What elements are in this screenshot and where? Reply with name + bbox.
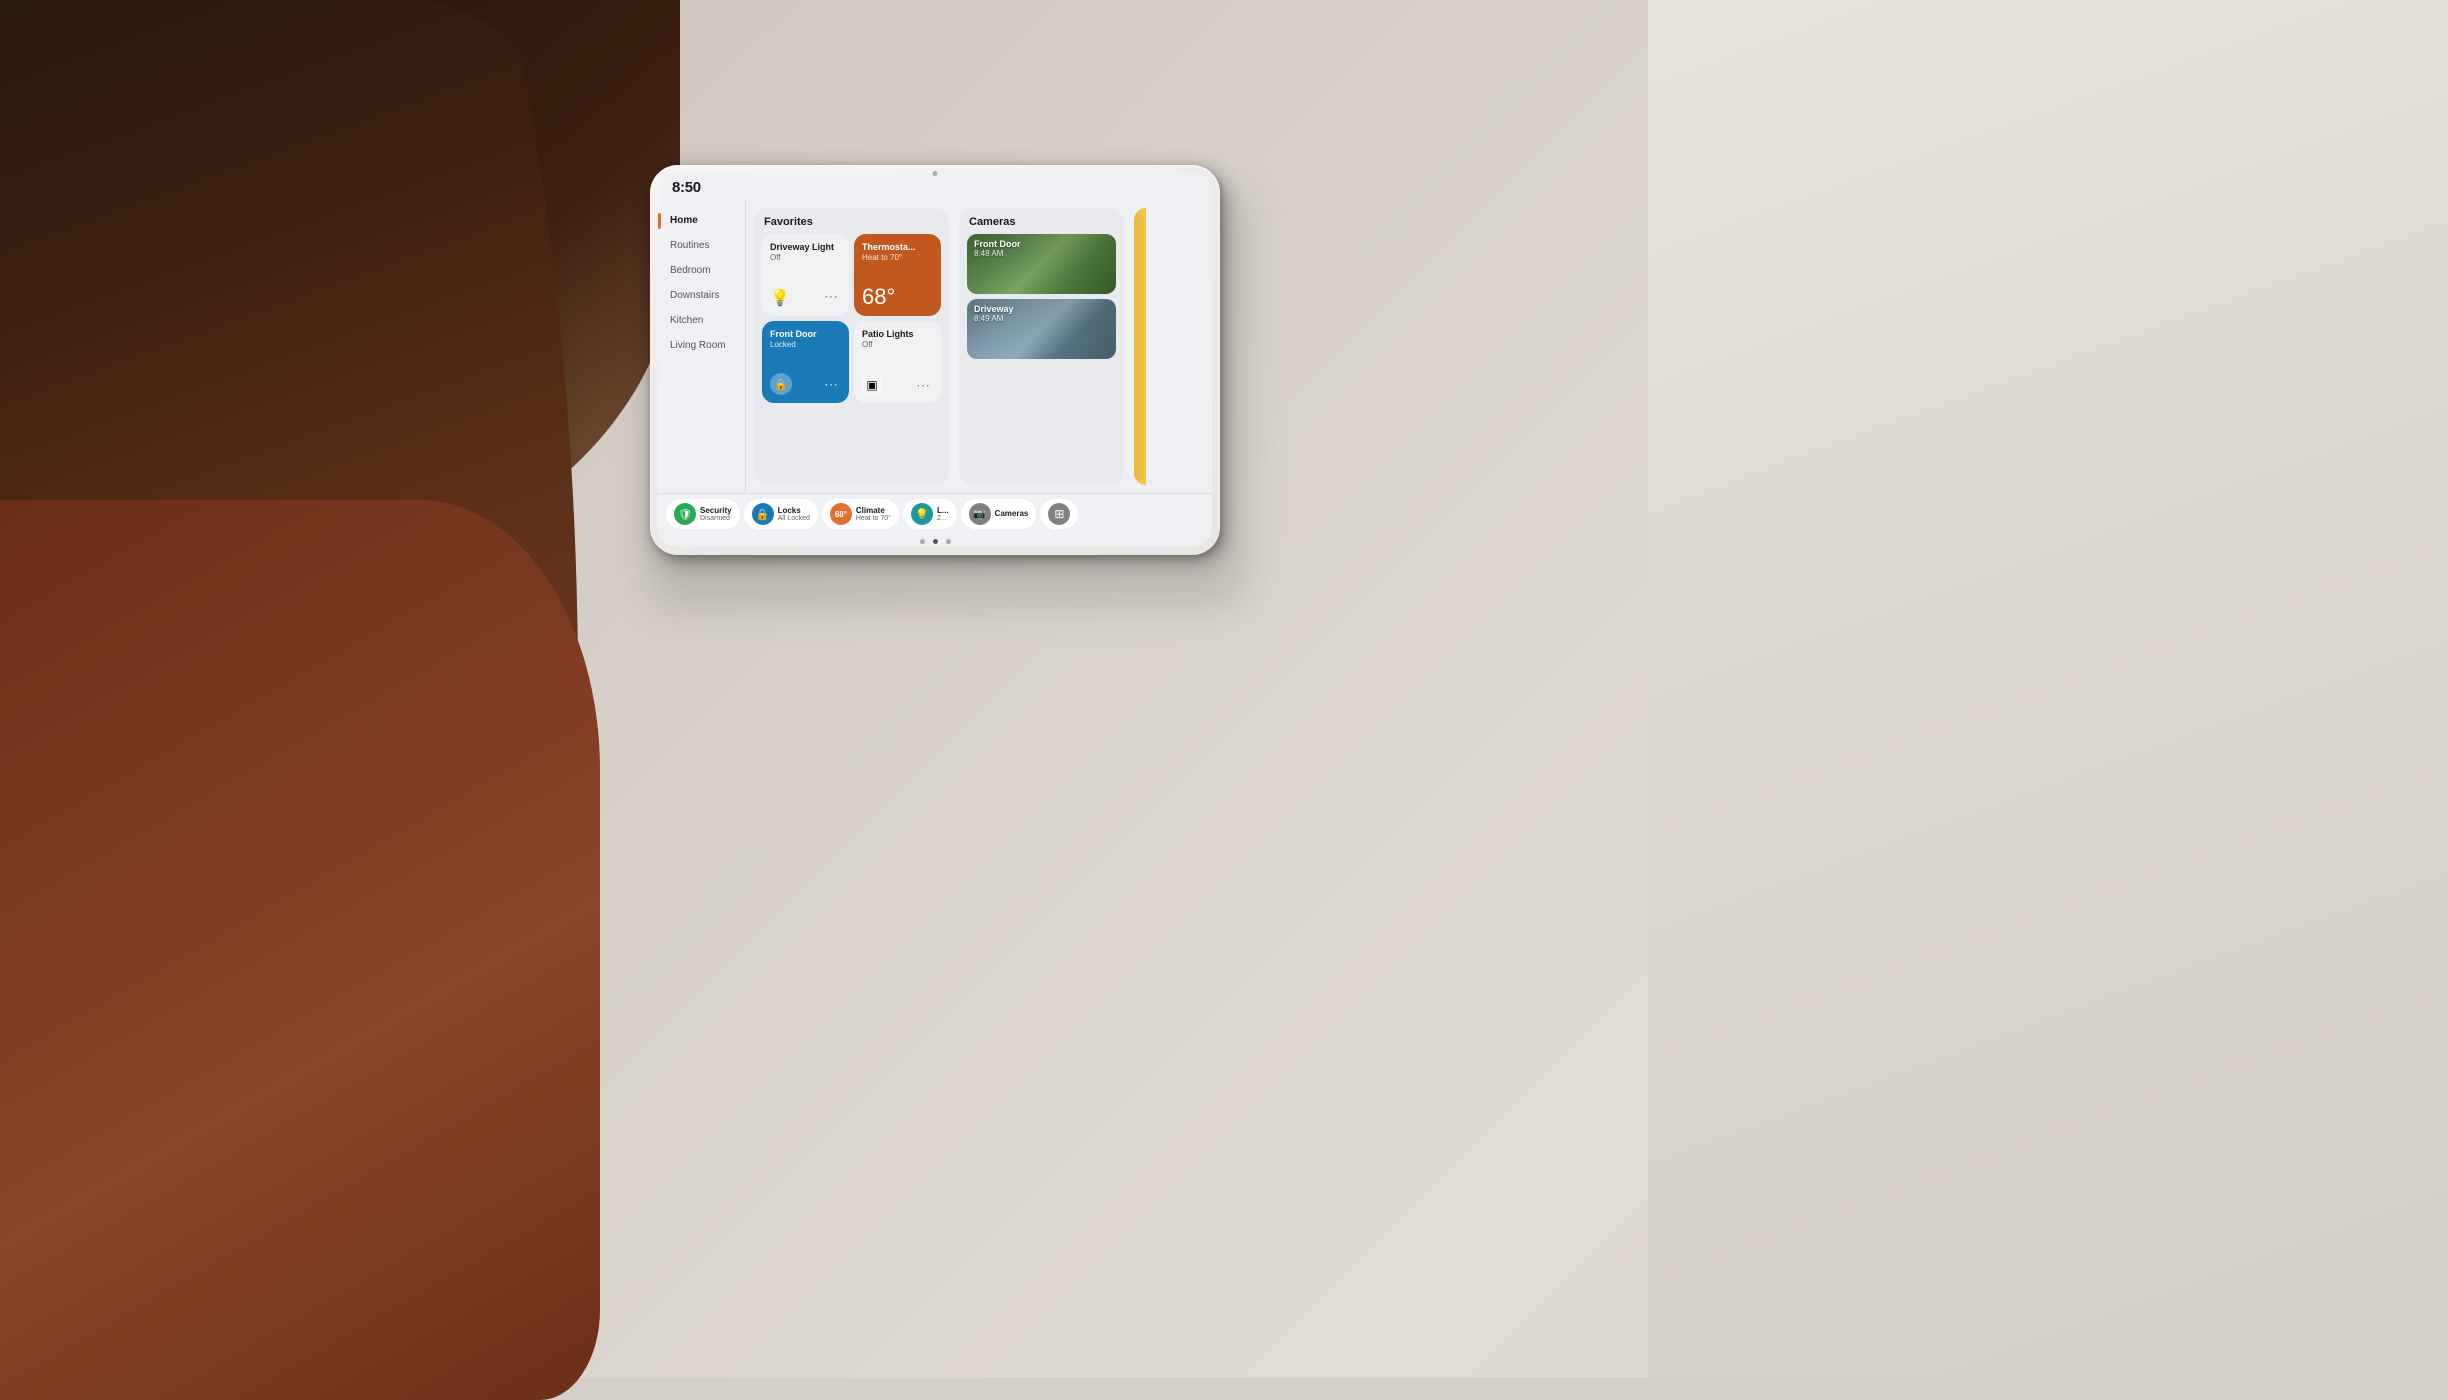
climate-icon: 68° [830,503,852,525]
wall-right [1648,0,2448,1378]
front-door-camera-name: Front Door [974,239,1109,249]
locks-label: Locks [778,506,810,516]
front-door-tile[interactable]: Front Door Locked 🔒 ⋯ [762,321,849,403]
driveway-camera-tile[interactable]: Driveway 8:49 AM [967,299,1116,359]
sidebar-item-downstairs[interactable]: Downstairs [658,283,745,308]
security-pill[interactable]: 🛡 Security Disarmed [666,499,740,529]
partial-panel [1134,208,1146,485]
locks-icon: 🔒 [752,503,774,525]
driveway-camera-time: 8:49 AM [974,314,1109,323]
thermostat-temp: 68° [862,286,933,308]
driveway-light-status: Off [770,253,841,262]
tablet-frame: 8:50 Home Routines Bedroom Downsta [650,165,1220,555]
camera-list: Front Door 8:48 AM Driveway 8:49 AM [967,234,1116,359]
grid-button[interactable]: ⊞ [1040,499,1078,529]
sidebar-item-kitchen[interactable]: Kitchen [658,308,745,333]
patio-lights-status: Off [862,340,933,349]
status-bar: 8:50 [658,173,1212,200]
locks-pill[interactable]: 🔒 Locks All Locked [744,499,818,529]
smart-display-device: 8:50 Home Routines Bedroom Downsta [650,165,1220,570]
screen-content: Home Routines Bedroom Downstairs Kitchen [658,200,1212,493]
cameras-bottom-label: Cameras [995,509,1029,519]
front-door-more-button[interactable]: ⋯ [821,374,841,394]
patio-lights-tile[interactable]: Patio Lights Off ▣ ⋯ [854,321,941,403]
person-shirt [0,500,600,1400]
cameras-bottom-icon: 📷 [969,503,991,525]
security-label: Security [700,506,732,516]
patio-lights-name: Patio Lights [862,329,933,340]
driveway-camera-overlay: Driveway 8:49 AM [967,299,1116,359]
front-door-lock-icon: 🔒 [770,373,792,395]
cameras-title: Cameras [967,216,1116,228]
status-time: 8:50 [672,179,701,196]
sidebar-item-routines[interactable]: Routines [658,233,745,258]
cameras-pill[interactable]: 📷 Cameras [961,499,1037,529]
lights-icon: 💡 [911,503,933,525]
thermostat-name: Thermosta... [862,242,933,253]
front-door-camera-tile[interactable]: Front Door 8:48 AM [967,234,1116,294]
locks-sub: All Locked [778,515,810,522]
driveway-light-name: Driveway Light [770,242,841,253]
front-door-camera-time: 8:48 AM [974,249,1109,258]
cameras-panel: Cameras Front Door 8:48 AM [959,208,1124,485]
sidebar: Home Routines Bedroom Downstairs Kitchen [658,200,746,493]
climate-label: Climate [856,506,891,516]
security-sub: Disarmed [700,515,732,522]
front-door-camera-overlay: Front Door 8:48 AM [967,234,1116,294]
climate-pill[interactable]: 68° Climate Heat to 70° [822,499,899,529]
sidebar-item-home[interactable]: Home [658,208,745,233]
driveway-light-tile[interactable]: Driveway Light Off 💡 ⋯ [762,234,849,316]
climate-sub: Heat to 70° [856,515,891,522]
favorites-grid: Driveway Light Off 💡 ⋯ [762,234,941,403]
grid-icon: ⊞ [1048,503,1070,525]
main-content: Favorites Driveway Light Off 💡 ⋯ [746,200,1212,493]
driveway-camera-name: Driveway [974,304,1109,314]
lights-label: L... [937,506,949,516]
thermostat-status: Heat to 70° [862,253,933,262]
driveway-light-icon: 💡 [770,288,790,308]
front-door-name: Front Door [770,329,841,340]
sidebar-item-bedroom[interactable]: Bedroom [658,258,745,283]
page-dots [658,534,1212,547]
lights-pill[interactable]: 💡 L... 2... [903,499,957,529]
patio-lights-more-button[interactable]: ⋯ [913,375,933,395]
lights-sub: 2... [937,515,949,522]
tablet-screen: 8:50 Home Routines Bedroom Downsta [658,173,1212,547]
sidebar-item-living-room[interactable]: Living Room [658,333,745,358]
page-dot-2[interactable] [933,539,938,544]
patio-lights-icon: ▣ [862,375,882,395]
favorites-title: Favorites [762,216,941,228]
driveway-light-more-button[interactable]: ⋯ [821,286,841,306]
camera-dot [933,171,938,176]
favorites-panel: Favorites Driveway Light Off 💡 ⋯ [754,208,949,485]
page-dot-1[interactable] [920,539,925,544]
security-icon: 🛡 [674,503,696,525]
thermostat-tile[interactable]: Thermosta... Heat to 70° 68° [854,234,941,316]
bottom-bar: 🛡 Security Disarmed 🔒 Locks All Locked [658,493,1212,534]
front-door-status: Locked [770,340,841,349]
page-dot-3[interactable] [946,539,951,544]
